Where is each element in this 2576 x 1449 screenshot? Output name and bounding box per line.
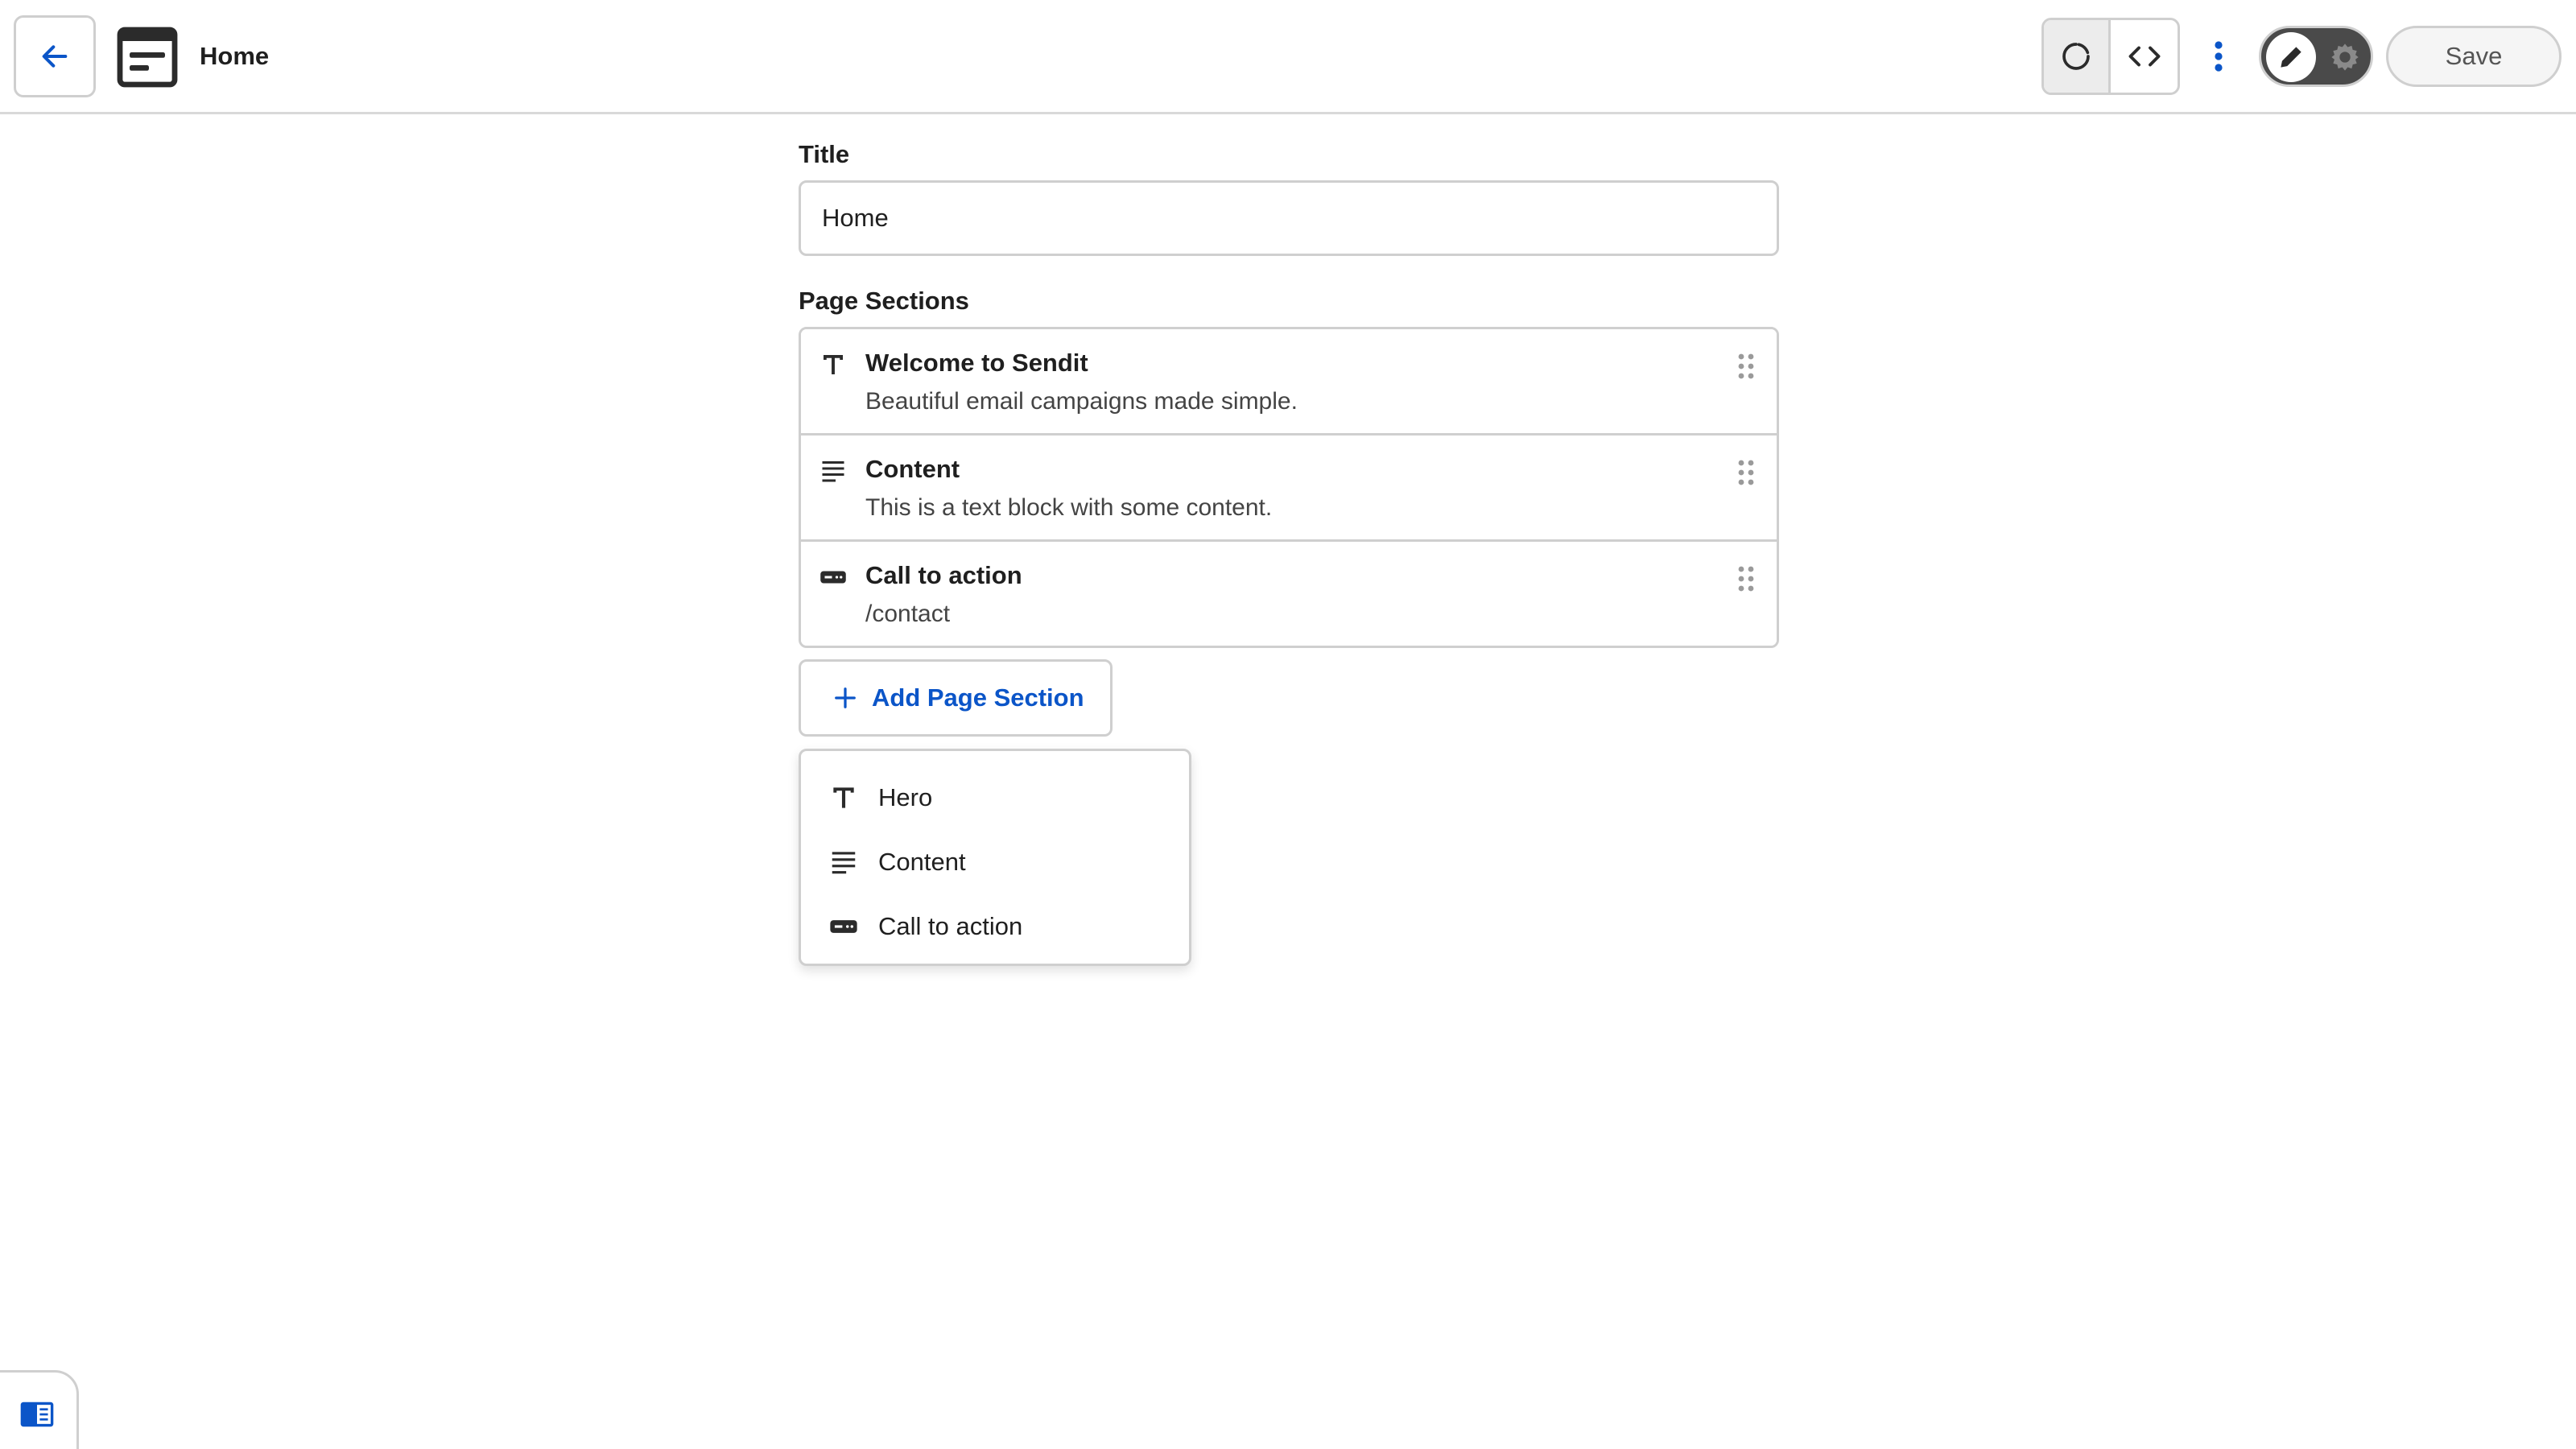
plus-icon (835, 687, 856, 708)
menu-item-label: Call to action (878, 912, 1023, 940)
paragraph-icon (822, 461, 844, 482)
section-type-menu: Hero Content Call to action (799, 749, 1191, 966)
drag-handle-icon[interactable] (1736, 352, 1756, 381)
add-page-section-label: Add Page Section (872, 683, 1084, 712)
add-page-section-button[interactable]: Add Page Section (799, 659, 1113, 737)
page-sections-label: Page Sections (799, 287, 969, 315)
title-input[interactable] (799, 180, 1779, 256)
view-mode-group (2041, 18, 2180, 95)
section-row-content[interactable]: Content This is a text block with some c… (801, 436, 1777, 542)
text-icon (833, 787, 854, 808)
section-subtitle: Beautiful email campaigns made simple. (865, 388, 1298, 415)
title-label: Title (799, 140, 850, 168)
back-button[interactable] (14, 15, 96, 97)
pencil-icon (2281, 47, 2301, 68)
button-icon (830, 920, 857, 933)
more-vertical-icon (2215, 41, 2223, 72)
edit-settings-toggle[interactable] (2259, 26, 2373, 87)
menu-item-content[interactable]: Content (801, 830, 1189, 894)
sidebar-icon (20, 1402, 54, 1427)
paragraph-icon (832, 852, 856, 874)
button-icon (820, 571, 846, 584)
more-options-button[interactable] (2204, 31, 2233, 82)
menu-item-call-to-action[interactable]: Call to action (801, 894, 1189, 959)
drag-handle-icon[interactable] (1736, 458, 1756, 487)
reload-icon (2062, 43, 2090, 70)
text-icon (824, 355, 843, 374)
section-row-call-to-action[interactable]: Call to action /contact (801, 542, 1777, 646)
section-title: Welcome to Sendit (865, 349, 1088, 377)
arrow-left-icon (42, 45, 68, 68)
section-subtitle: This is a text block with some content. (865, 494, 1273, 521)
gear-icon (2331, 43, 2359, 71)
document-icon (117, 27, 178, 88)
menu-item-hero[interactable]: Hero (801, 766, 1189, 830)
section-subtitle: /contact (865, 601, 951, 627)
save-button[interactable]: Save (2386, 26, 2562, 87)
page-title: Home (200, 42, 270, 70)
page-editor-form: Title Page Sections Welcome to Sendit Be… (799, 137, 1779, 737)
toggle-knob (2266, 32, 2316, 82)
section-title: Call to action (865, 561, 1022, 589)
section-row-hero[interactable]: Welcome to Sendit Beautiful email campai… (801, 329, 1777, 436)
menu-item-label: Content (878, 848, 966, 876)
reload-button[interactable] (2044, 20, 2111, 93)
page-sections-list: Welcome to Sendit Beautiful email campai… (799, 327, 1779, 648)
sidebar-toggle-button[interactable] (0, 1370, 79, 1449)
code-icon (2128, 46, 2160, 67)
section-title: Content (865, 455, 960, 483)
menu-item-label: Hero (878, 783, 933, 811)
top-bar: Home Save (0, 0, 2576, 114)
code-view-button[interactable] (2111, 20, 2178, 93)
drag-handle-icon[interactable] (1736, 564, 1756, 593)
